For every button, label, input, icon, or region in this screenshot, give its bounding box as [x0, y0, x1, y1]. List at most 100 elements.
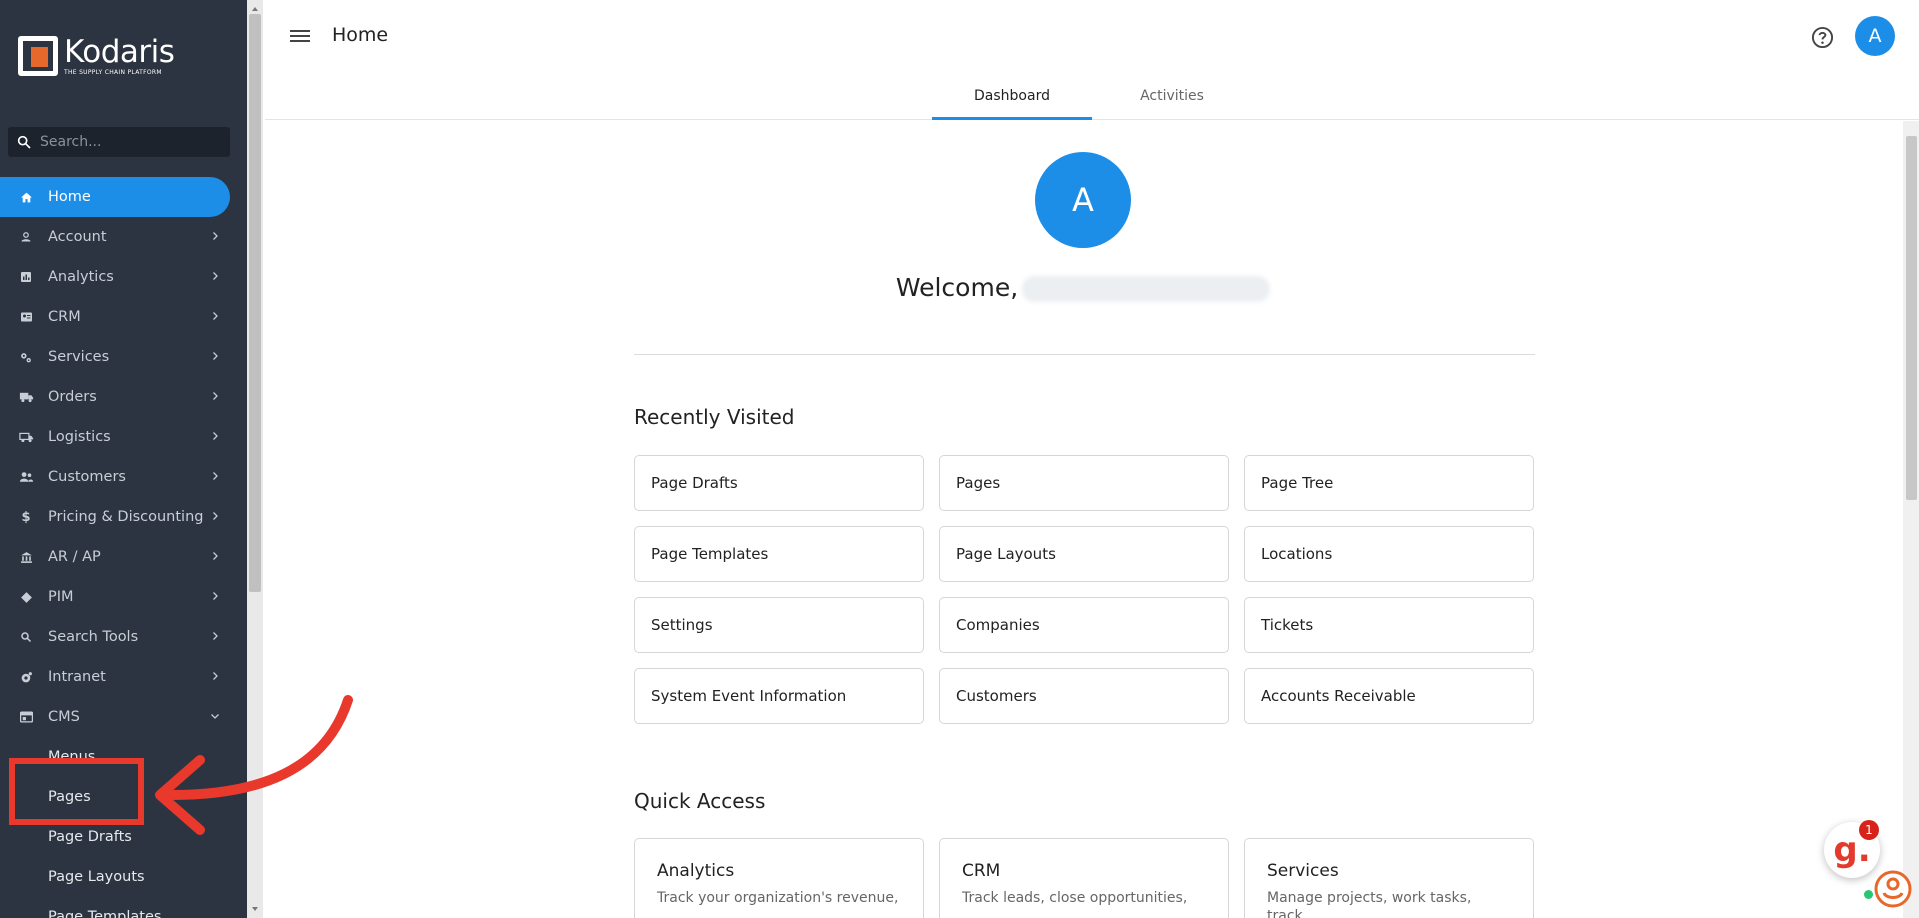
sidebar-subitem-pages[interactable]: Pages [0, 777, 233, 817]
sidebar-item-logistics[interactable]: Logistics [0, 417, 233, 457]
recent-card[interactable]: Pages [939, 455, 1229, 511]
quick-access-card-crm[interactable]: CRM Track leads, close opportunities, [939, 838, 1229, 918]
chevron-right-icon [213, 672, 218, 680]
quick-access-card-title: Services [1267, 861, 1339, 881]
account-icon [16, 231, 36, 243]
dashboard-content: A Welcome, Recently Visited Page Drafts … [265, 121, 1903, 918]
sidebar-item-label: Intranet [48, 669, 106, 685]
sidebar-item-customers[interactable]: Customers [0, 457, 233, 497]
recent-card[interactable]: Companies [939, 597, 1229, 653]
tab-dashboard[interactable]: Dashboard [932, 72, 1092, 120]
tab-label: Activities [1140, 88, 1204, 104]
sidebar-item-orders[interactable]: Orders [0, 377, 233, 417]
chevron-right-icon [213, 392, 218, 400]
crm-icon [16, 311, 36, 323]
sidebar-subitem-page-layouts[interactable]: Page Layouts [0, 857, 233, 897]
logo-tagline: THE SUPPLY CHAIN PLATFORM [64, 69, 162, 76]
sidebar-item-search-tools[interactable]: Search Tools [0, 617, 233, 657]
sidebar-subitem-page-drafts[interactable]: Page Drafts [0, 817, 233, 857]
truck-icon [16, 391, 36, 403]
chevron-right-icon [213, 232, 218, 240]
profile-avatar: A [1035, 152, 1131, 248]
welcome-text: Welcome, [895, 273, 1019, 302]
scroll-up-arrow-icon[interactable] [250, 4, 260, 14]
recent-card[interactable]: Page Drafts [634, 455, 924, 511]
sidebar-scrollbar-thumb[interactable] [249, 14, 261, 592]
quick-access-card-analytics[interactable]: Analytics Track your organization's reve… [634, 838, 924, 918]
sidebar-item-account[interactable]: Account [0, 217, 233, 257]
sidebar-subitem-label: Menus [48, 749, 96, 765]
tab-label: Dashboard [974, 88, 1050, 104]
kodaris-logo[interactable]: Kodaris THE SUPPLY CHAIN PLATFORM [18, 36, 175, 78]
sidebar-item-cms[interactable]: CMS [0, 697, 233, 737]
welcome-message: Welcome, [803, 273, 1363, 302]
recent-card[interactable]: Accounts Receivable [1244, 668, 1534, 724]
search-input[interactable] [40, 134, 210, 150]
sidebar-item-pim[interactable]: PIM [0, 577, 233, 617]
sidebar-subitem-page-templates[interactable]: Page Templates [0, 897, 233, 918]
recent-card[interactable]: Page Templates [634, 526, 924, 582]
sidebar-subitem-label: Page Templates [48, 909, 162, 918]
recent-card[interactable]: Page Tree [1244, 455, 1534, 511]
sidebar-item-label: Analytics [48, 269, 114, 285]
main-scrollbar-thumb[interactable] [1906, 136, 1917, 500]
sidebar-item-label: Search Tools [48, 629, 139, 645]
search-icon [16, 631, 36, 643]
recent-card[interactable]: Tickets [1244, 597, 1534, 653]
sidebar-item-home[interactable]: Home [0, 177, 230, 217]
sidebar-item-label: Orders [48, 389, 97, 405]
quick-access-card-desc: Track your organization's revenue, [657, 890, 899, 906]
chevron-right-icon [213, 592, 218, 600]
help-icon[interactable] [1811, 26, 1834, 49]
sidebar-item-intranet[interactable]: Intranet [0, 657, 233, 697]
logo-mark-icon [18, 36, 58, 76]
recent-card[interactable]: Settings [634, 597, 924, 653]
sidebar-item-services[interactable]: Services [0, 337, 233, 377]
sidebar-item-analytics[interactable]: Analytics [0, 257, 233, 297]
chevron-right-icon [213, 352, 218, 360]
chevron-right-icon [213, 552, 218, 560]
sidebar-item-label: PIM [48, 589, 74, 605]
recent-card[interactable]: Customers [939, 668, 1229, 724]
user-avatar[interactable]: A [1855, 16, 1895, 56]
sidebar-item-label: AR / AP [48, 549, 101, 565]
quick-access-card-services[interactable]: Services Manage projects, work tasks, tr… [1244, 838, 1534, 918]
sidebar-item-label: CMS [48, 709, 80, 725]
hamburger-menu-icon[interactable] [290, 28, 310, 44]
online-status-dot [1864, 890, 1873, 899]
search-icon [17, 135, 31, 149]
chevron-down-icon [211, 714, 219, 719]
sidebar-item-label: Services [48, 349, 110, 365]
recently-visited-title: Recently Visited [634, 405, 795, 429]
analytics-icon [16, 271, 36, 283]
tab-bar: Dashboard Activities [932, 72, 1252, 120]
chevron-right-icon [213, 632, 218, 640]
sidebar-item-pricing[interactable]: $ Pricing & Discounting [0, 497, 233, 537]
sidebar-item-ar-ap[interactable]: AR / AP [0, 537, 233, 577]
sidebar: Kodaris THE SUPPLY CHAIN PLATFORM Home A… [0, 0, 247, 918]
recent-card[interactable]: Locations [1244, 526, 1534, 582]
quick-access-card-title: CRM [962, 861, 1001, 881]
recent-card[interactable]: System Event Information [634, 668, 924, 724]
page-title: Home [332, 24, 389, 46]
dollar-icon: $ [21, 509, 31, 525]
chevron-right-icon [213, 472, 218, 480]
chat-icon[interactable] [1872, 868, 1914, 910]
logistics-icon [16, 431, 36, 443]
sidebar-item-crm[interactable]: CRM [0, 297, 233, 337]
bank-icon [16, 551, 36, 564]
intranet-icon [16, 671, 36, 684]
customers-icon [16, 471, 36, 483]
quick-access-card-desc: Track leads, close opportunities, [962, 890, 1188, 906]
sidebar-item-label: Pricing & Discounting [48, 509, 204, 525]
scroll-down-arrow-icon[interactable] [250, 904, 260, 914]
cms-icon [16, 711, 36, 723]
sidebar-subitem-menus[interactable]: Menus [0, 737, 233, 777]
quick-access-card-title: Analytics [657, 861, 735, 881]
tab-activities[interactable]: Activities [1092, 72, 1252, 120]
sidebar-search[interactable] [8, 127, 230, 157]
recent-card[interactable]: Page Layouts [939, 526, 1229, 582]
tag-icon [16, 591, 36, 604]
home-icon [16, 191, 36, 204]
notification-badge: 1 [1859, 820, 1879, 840]
